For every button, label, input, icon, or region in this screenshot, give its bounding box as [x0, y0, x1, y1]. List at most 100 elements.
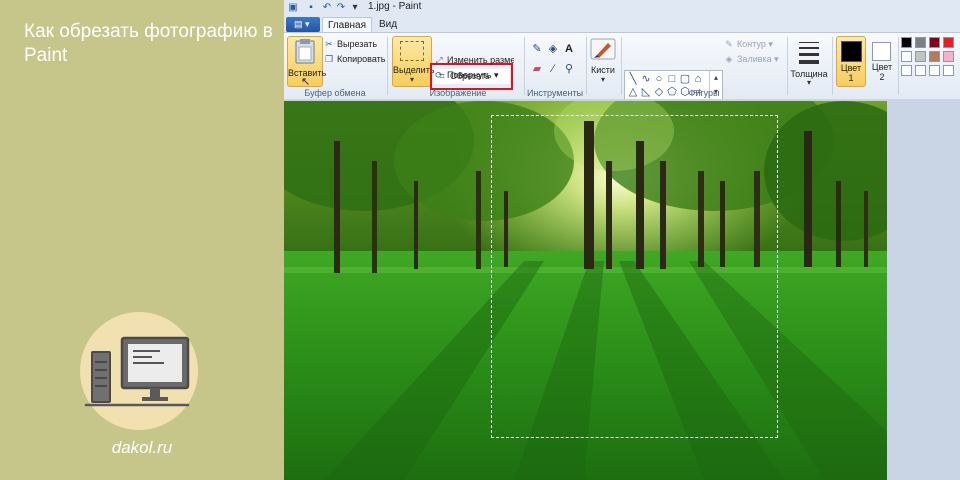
image-group-label: Изображение	[429, 88, 487, 98]
tab-home[interactable]: Главная	[322, 17, 372, 33]
palette-swatch[interactable]	[943, 65, 954, 76]
palette-swatch[interactable]	[929, 65, 940, 76]
palette-swatch[interactable]	[943, 51, 954, 62]
tools-group-label: Инструменты	[526, 88, 584, 98]
rotate-button[interactable]: ⟳ Повернуть ▾	[434, 69, 498, 82]
rectangle-shape-icon[interactable]: □	[666, 73, 678, 85]
title-bar: ▣ ▪ ↶ ↷ ▾ 1.jpg - Paint	[284, 0, 960, 17]
tab-view[interactable]: Вид	[374, 17, 402, 32]
fill-icon: ◈	[725, 54, 733, 64]
size-button[interactable]: Толщина ▾	[790, 36, 828, 87]
palette-swatch[interactable]	[943, 37, 954, 48]
window-title: 1.jpg - Paint	[368, 1, 422, 12]
selection-rect-icon	[400, 41, 424, 61]
shapes-group-label: Фигуры	[688, 88, 720, 98]
palette-swatch[interactable]	[929, 51, 940, 62]
article-banner: Как обрезать фотографию в Paint dakol.ru	[0, 0, 284, 480]
brushes-button[interactable]: Кисти ▾	[588, 36, 618, 85]
cut-button[interactable]: ✂ Вырезать	[324, 38, 377, 51]
color1-button[interactable]: Цвет 1	[836, 36, 866, 87]
clipboard-icon	[295, 39, 315, 64]
group-divider	[586, 37, 587, 95]
palette-swatch[interactable]	[915, 51, 926, 62]
paint-app-icon[interactable]: ▣	[288, 2, 298, 13]
size-line-thin	[799, 42, 819, 43]
chevron-down-icon: ▾	[765, 39, 773, 49]
size-line-heavy	[799, 60, 819, 64]
outline-button[interactable]: ✎ Контур ▾	[724, 38, 773, 51]
color2-label: Цвет	[871, 62, 893, 72]
mouse-cursor-icon: ↖	[301, 76, 311, 88]
group-divider	[387, 37, 388, 95]
text-tool-icon[interactable]: A	[562, 42, 576, 56]
resize-button[interactable]: ⤢ Изменить размер	[434, 54, 514, 67]
save-icon[interactable]: ▪	[306, 2, 316, 13]
menu-icon: ▤ ▾	[294, 19, 310, 29]
color1-swatch	[841, 41, 862, 62]
rotate-label: Повернуть	[447, 70, 492, 80]
brush-icon	[590, 38, 616, 60]
undo-icon[interactable]: ↶	[322, 2, 332, 13]
brushes-label: Кисти	[591, 65, 615, 75]
color2-button[interactable]: Цвет 2	[868, 36, 896, 85]
oval-shape-icon[interactable]: ○	[653, 73, 665, 85]
size-line-medium	[799, 47, 819, 49]
rounded-rect-shape-icon[interactable]: ▢	[679, 73, 691, 85]
chevron-down-icon: ▾	[409, 75, 414, 84]
ribbon-tabs: ▤ ▾ Главная Вид	[284, 16, 960, 33]
fill-label: Заливка	[737, 54, 772, 64]
paint-window: ▣ ▪ ↶ ↷ ▾ 1.jpg - Paint ▤ ▾ Главная Вид …	[284, 0, 960, 480]
color1-number: 1	[848, 73, 854, 83]
site-name: dakol.ru	[111, 438, 173, 457]
resize-icon: ⤢	[435, 55, 443, 65]
paint-menu-button[interactable]: ▤ ▾	[286, 17, 320, 32]
crop-selection[interactable]	[491, 115, 778, 438]
palette-swatch[interactable]	[901, 51, 912, 62]
chevron-down-icon: ▾	[491, 70, 499, 80]
cut-label: Вырезать	[337, 39, 378, 49]
color-picker-icon[interactable]: ⁄	[546, 62, 560, 76]
paste-button[interactable]: Вставить ↖	[287, 36, 326, 88]
ribbon: Вставить ↖ ✂ Вырезать ❐ Копировать Буфер о…	[284, 32, 960, 116]
curve-shape-icon[interactable]: ∿	[640, 73, 652, 85]
color2-swatch	[872, 42, 891, 61]
clipboard-group-label: Буфер обмена	[304, 88, 366, 98]
size-line-thick	[799, 53, 819, 56]
group-divider	[832, 37, 833, 95]
outline-icon: ✎	[725, 39, 733, 49]
palette-swatch[interactable]	[929, 37, 940, 48]
line-shape-icon[interactable]: ╲	[627, 73, 639, 85]
rotate-icon: ⟳	[435, 70, 443, 80]
magnifier-icon[interactable]: ⚲	[562, 62, 576, 76]
outline-label: Контур	[737, 39, 766, 49]
fill-button[interactable]: ◈ Заливка ▾	[724, 53, 779, 66]
group-divider	[898, 37, 899, 95]
customize-qat-icon[interactable]: ▾	[350, 2, 360, 13]
chevron-down-icon: ▾	[771, 54, 779, 64]
select-label: Выделить	[393, 65, 435, 75]
color1-label: Цвет	[840, 63, 862, 73]
resize-label: Изменить размер	[447, 55, 514, 65]
chevron-down-icon: ▾	[806, 78, 811, 87]
palette-swatch[interactable]	[915, 65, 926, 76]
group-divider	[524, 37, 525, 95]
scissors-icon: ✂	[325, 39, 333, 49]
chevron-down-icon: ▾	[600, 75, 605, 84]
palette-swatch[interactable]	[915, 37, 926, 48]
fill-bucket-icon[interactable]: ◈	[546, 42, 560, 56]
polygon-shape-icon[interactable]: ⌂	[692, 73, 704, 85]
copy-icon: ❐	[324, 54, 334, 64]
group-divider	[787, 37, 788, 95]
copy-label: Копировать	[337, 54, 386, 64]
computer-icon	[84, 336, 190, 407]
select-button[interactable]: Выделить ▾	[392, 36, 435, 87]
article-title: Как обрезать фотографию в Paint	[24, 21, 273, 66]
color2-number: 2	[879, 72, 885, 82]
palette-swatch[interactable]	[901, 65, 912, 76]
eraser-icon[interactable]: ▰	[530, 62, 544, 76]
pencil-icon[interactable]: ✎	[530, 42, 544, 56]
copy-button[interactable]: ❐ Копировать	[324, 53, 386, 66]
group-divider	[621, 37, 622, 95]
palette-swatch[interactable]	[901, 37, 912, 48]
redo-icon[interactable]: ↷	[336, 2, 346, 13]
